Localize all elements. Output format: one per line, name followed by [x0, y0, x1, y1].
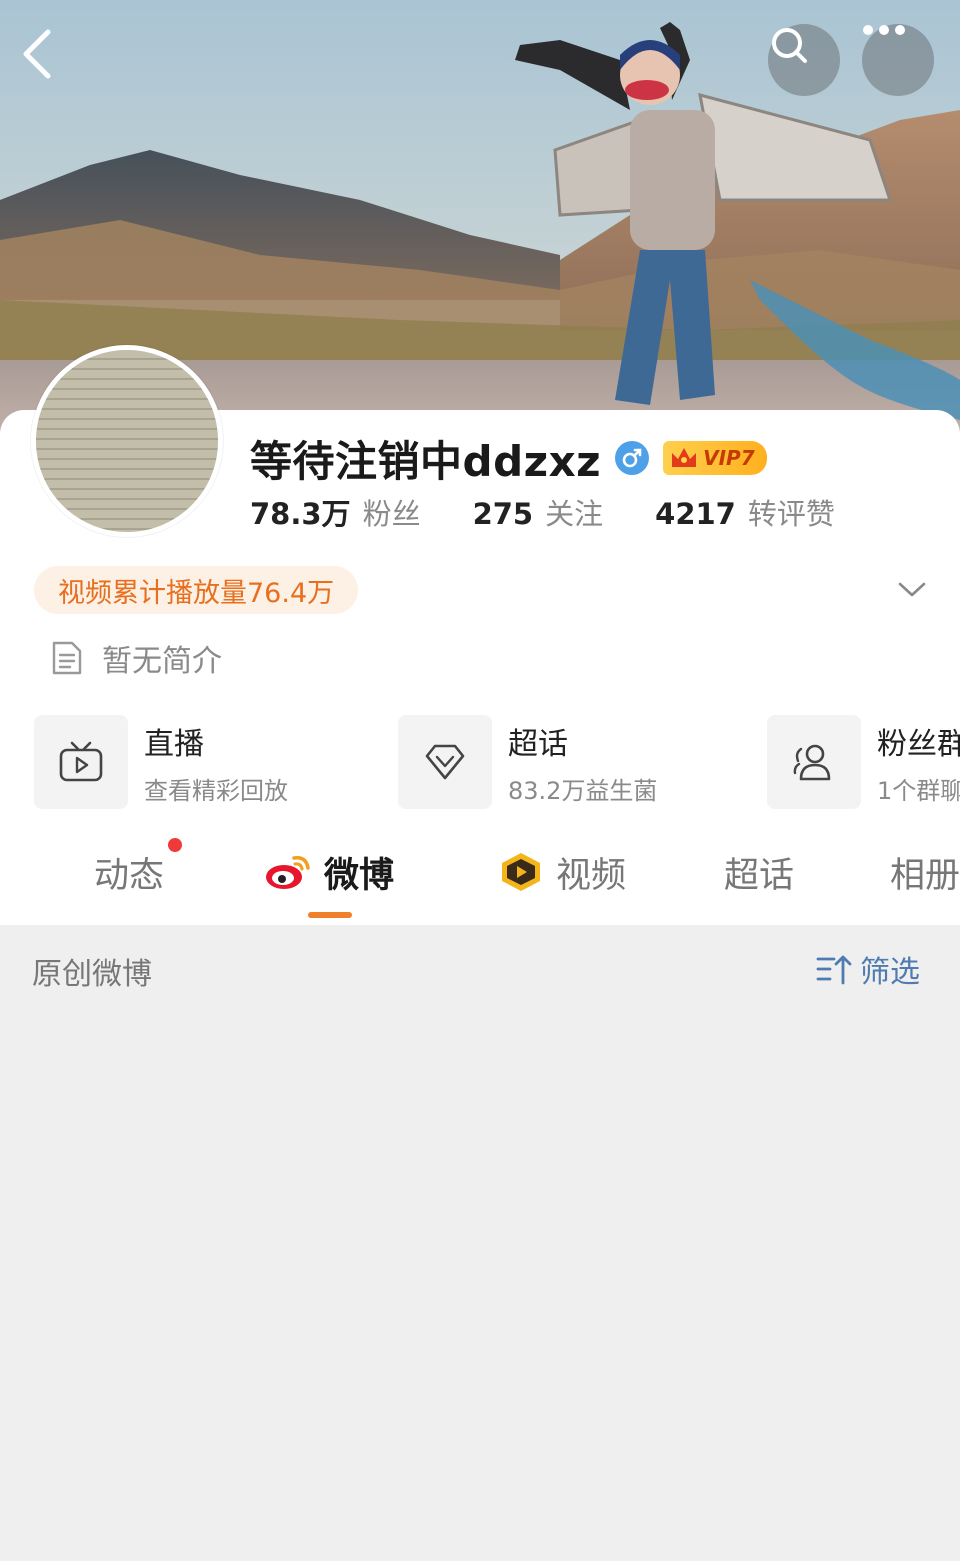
following-count: 275 [472, 497, 534, 531]
search-button[interactable] [768, 24, 840, 96]
followers-stat[interactable]: 78.3万 粉丝 [250, 491, 421, 533]
document-icon [52, 641, 82, 675]
tab-weibo-label: 微博 [324, 855, 395, 896]
diamond-icon [425, 744, 465, 780]
tab-video-label: 视频 [556, 855, 627, 896]
profile-entries: 直播 查看精彩回放 超话 83.2万益生菌 粉丝群 1个群聊 [34, 715, 960, 809]
entry-live-title: 直播 [144, 726, 204, 762]
more-dots-icon [863, 25, 905, 35]
following-label: 关注 [545, 497, 604, 531]
name-row: 等待注销中ddzxz VIP7 [250, 428, 767, 488]
active-tab-indicator [308, 912, 352, 918]
expand-profile-button[interactable] [892, 574, 932, 606]
followers-label: 粉丝 [362, 497, 421, 531]
search-icon [772, 28, 807, 63]
feed-header: 原创微博 筛选 [0, 925, 960, 1015]
back-button[interactable] [18, 26, 78, 96]
crown-icon [672, 448, 697, 467]
male-gender-icon [615, 441, 650, 475]
chevron-left-icon [23, 29, 51, 79]
reposts-likes-count: 4217 [655, 497, 736, 531]
vip-badge[interactable]: VIP7 [663, 441, 767, 475]
weibo-logo-icon [266, 855, 310, 889]
bio-text: 暂无简介 [102, 644, 222, 679]
tab-activity-label: 动态 [94, 855, 165, 896]
tab-supertopic[interactable]: 超话 [724, 830, 794, 914]
entry-live-subtitle: 查看精彩回放 [144, 776, 288, 805]
entry-fan-group[interactable]: 粉丝群 1个群聊 [767, 715, 960, 809]
tab-album-label: 相册 [890, 855, 960, 896]
entry-supertopic-subtitle: 83.2万益生菌 [508, 776, 658, 805]
tab-supertopic-label: 超话 [724, 855, 795, 896]
vip-level: VIP7 [703, 446, 755, 470]
filter-label: 筛选 [860, 955, 920, 990]
entry-fan-group-subtitle: 1个群聊 [877, 776, 960, 805]
profile-tabs: 动态 微博 视频 超话 相册 [0, 830, 960, 924]
tab-weibo[interactable]: 微博 [264, 830, 394, 914]
more-button[interactable] [862, 24, 934, 96]
video-play-count-badge[interactable]: 视频累计播放量76.4万 [34, 566, 359, 614]
reposts-likes-label: 转评赞 [747, 497, 835, 531]
tv-play-icon [59, 741, 103, 782]
username: 等待注销中ddzxz [250, 436, 602, 486]
tab-video[interactable]: 视频 [496, 830, 626, 914]
tab-album[interactable]: 相册 [890, 830, 960, 914]
filter-button[interactable]: 筛选 [816, 947, 920, 991]
following-stat[interactable]: 275 关注 [473, 491, 604, 533]
tab-activity[interactable]: 动态 [94, 830, 164, 914]
chevron-down-icon [898, 582, 926, 597]
feed-title: 原创微博 [32, 957, 152, 992]
group-icon [793, 744, 831, 781]
followers-count: 78.3万 [250, 497, 351, 531]
filter-sort-icon [816, 955, 852, 985]
entry-fan-group-title: 粉丝群 [877, 726, 960, 762]
avatar[interactable] [31, 345, 223, 537]
entry-supertopic-title: 超话 [508, 726, 568, 762]
notification-dot [168, 838, 182, 852]
entry-live[interactable]: 直播 查看精彩回放 [34, 715, 288, 809]
entry-supertopic[interactable]: 超话 83.2万益生菌 [398, 715, 657, 809]
bio-row[interactable]: 暂无简介 [50, 636, 222, 680]
profile-stats: 78.3万 粉丝 275 关注 4217 转评赞 [250, 490, 887, 534]
video-badge-icon [502, 853, 540, 891]
reposts-likes-stat[interactable]: 4217 转评赞 [655, 491, 835, 533]
